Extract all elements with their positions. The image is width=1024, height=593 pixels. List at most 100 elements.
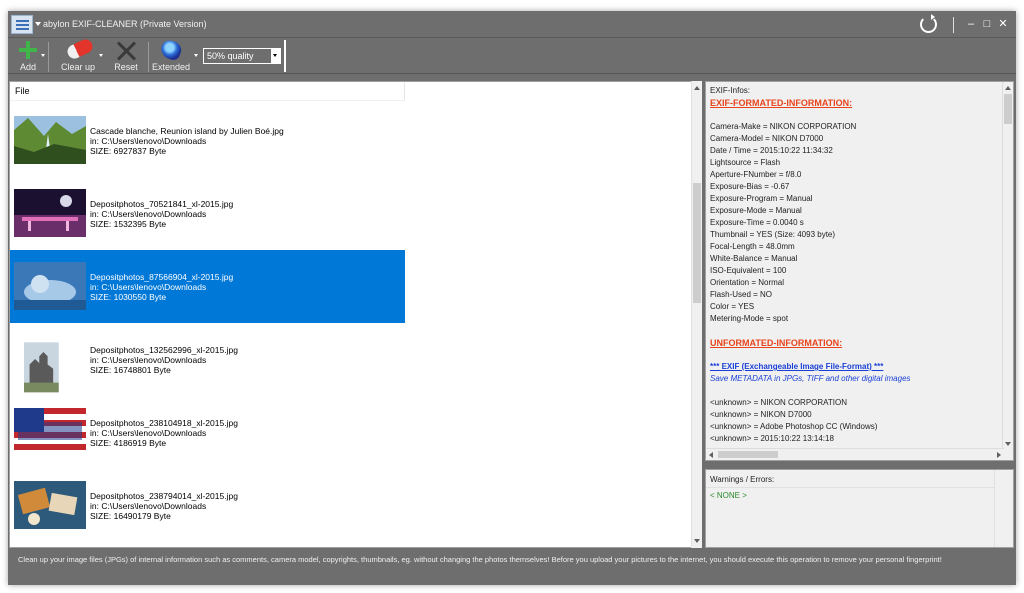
warnings-panel: Warnings / Errors: < NONE > — [705, 469, 1014, 548]
exif-unformatted-heading: UNFORMATED-INFORMATION: — [710, 338, 843, 348]
exif-unknown-line: <unknown> = Adobe Photoshop CC (Windows) — [710, 422, 878, 431]
file-path: in: C:\Users\lenovo\Downloads — [90, 501, 207, 511]
exif-line: Camera-Model = NIKON D7000 — [710, 134, 824, 143]
exif-horizontal-scrollbar[interactable] — [706, 448, 1004, 460]
warnings-column-line — [994, 470, 995, 547]
file-size: SIZE: 1030550 Byte — [90, 292, 167, 302]
exif-line: Aperture-FNumber = f/8.0 — [710, 170, 802, 179]
refresh-icon[interactable] — [920, 14, 937, 33]
exif-line: Exposure-Bias = -0.67 — [710, 182, 790, 191]
exif-line: Orientation = Normal — [710, 278, 785, 287]
file-row[interactable]: Cascade blanche, Reunion island by Julie… — [10, 104, 405, 177]
exif-formatted-heading: EXIF-FORMATED-INFORMATION: — [710, 98, 853, 108]
reset-x-icon — [116, 41, 136, 61]
file-name: Depositphotos_238104918_xl-2015.jpg — [90, 418, 238, 428]
file-list-panel: File Cascade blanche, Reunion island by … — [9, 81, 694, 548]
file-row[interactable]: Depositphotos_238794014_xl-2015.jpg in: … — [10, 469, 405, 542]
exif-line: Date / Time = 2015:10:22 11:34:32 — [710, 146, 833, 155]
scrollbar-thumb[interactable] — [718, 451, 778, 458]
exif-line: Focal-Length = 48.0mm — [710, 242, 795, 251]
clear-up-dropdown-icon[interactable] — [99, 54, 103, 57]
warnings-divider — [706, 487, 995, 488]
file-info: Cascade blanche, Reunion island by Julie… — [90, 126, 284, 156]
toolbar-end-separator — [284, 40, 286, 72]
exif-line: White-Balance = Manual — [710, 254, 798, 263]
file-row[interactable]: Depositphotos_238104918_xl-2015.jpg in: … — [10, 396, 405, 469]
file-row-selected[interactable]: Depositphotos_87566904_xl-2015.jpg in: C… — [10, 250, 405, 323]
file-info: Depositphotos_132562996_xl-2015.jpg in: … — [90, 345, 238, 375]
file-name: Depositphotos_238794014_xl-2015.jpg — [90, 491, 238, 501]
warnings-value: < NONE > — [710, 491, 747, 500]
file-size: SIZE: 1532395 Byte — [90, 219, 167, 229]
file-thumbnail — [14, 408, 86, 456]
exif-label: EXIF-Infos: — [710, 86, 751, 95]
exif-line: Camera-Make = NIKON CORPORATION — [710, 122, 857, 131]
status-text: Clean up your image files (JPGs) of inte… — [18, 555, 942, 564]
file-size: SIZE: 6927837 Byte — [90, 146, 167, 156]
reset-button[interactable]: Reset — [106, 38, 146, 74]
file-name: Depositphotos_87566904_xl-2015.jpg — [90, 272, 234, 282]
file-info: Depositphotos_70521841_xl-2015.jpg in: C… — [90, 199, 233, 229]
quality-select-value: 50% quality — [207, 51, 254, 61]
file-info: Depositphotos_87566904_xl-2015.jpg in: C… — [90, 272, 233, 302]
exif-line: Thumbnail = YES (Size: 4093 byte) — [710, 230, 836, 239]
eraser-icon — [65, 37, 95, 61]
clear-up-label: Clear up — [60, 62, 96, 72]
extended-label: Extended — [151, 62, 191, 72]
exif-unknown-line: <unknown> = NIKON CORPORATION — [710, 398, 848, 407]
file-path: in: C:\Users\lenovo\Downloads — [90, 428, 207, 438]
scroll-left-icon[interactable] — [709, 452, 713, 458]
exif-unknown-line: <unknown> = NIKON D7000 — [710, 410, 812, 419]
file-size: SIZE: 16748801 Byte — [90, 365, 171, 375]
menu-dropdown-icon[interactable] — [35, 22, 41, 26]
minimize-button[interactable]: – — [964, 17, 978, 31]
extended-button[interactable]: Extended — [150, 38, 192, 74]
add-button[interactable]: Add — [12, 38, 44, 74]
scrollbar-thumb[interactable] — [1004, 94, 1012, 124]
scroll-right-icon[interactable] — [997, 452, 1001, 458]
exif-line: Exposure-Program = Manual — [710, 194, 813, 203]
toolbar: Add Clear up Reset Extended 50% quality — [8, 37, 1016, 74]
chevron-down-icon[interactable] — [271, 49, 280, 63]
exif-line: Metering-Mode = spot — [710, 314, 789, 323]
file-thumbnail — [14, 262, 86, 310]
file-list-scrollbar[interactable] — [691, 81, 702, 548]
add-dropdown-icon[interactable] — [41, 54, 45, 57]
scroll-down-icon[interactable] — [694, 539, 700, 543]
close-button[interactable]: ✕ — [996, 17, 1010, 31]
file-row[interactable]: Depositphotos_70521841_xl-2015.jpg in: C… — [10, 177, 405, 250]
exif-text[interactable]: EXIF-Infos: EXIF-FORMATED-INFORMATION: C… — [710, 85, 1000, 445]
file-path: in: C:\Users\lenovo\Downloads — [90, 282, 207, 292]
scroll-up-icon[interactable] — [694, 86, 700, 90]
scroll-down-icon[interactable] — [1005, 442, 1011, 446]
extended-dropdown-icon[interactable] — [194, 54, 198, 57]
add-label: Add — [19, 62, 36, 72]
extended-icon — [158, 38, 184, 62]
main-menu-button[interactable] — [11, 15, 33, 34]
file-name: Cascade blanche, Reunion island by Julie… — [90, 126, 284, 136]
file-thumbnail — [14, 481, 86, 529]
file-info: Depositphotos_238794014_xl-2015.jpg in: … — [90, 491, 238, 521]
title-bar: abylon EXIF-CLEANER (Private Version) – … — [8, 11, 1016, 38]
clear-up-button[interactable]: Clear up — [54, 37, 102, 74]
scroll-up-icon[interactable] — [1005, 86, 1011, 90]
exif-line: Exposure-Mode = Manual — [710, 206, 802, 215]
exif-format-description: Save METADATA in JPGs, TIFF and other di… — [710, 374, 911, 383]
maximize-button[interactable]: □ — [980, 17, 994, 31]
scrollbar-thumb[interactable] — [693, 183, 701, 303]
file-thumbnail — [14, 189, 86, 237]
file-info: Depositphotos_238104918_xl-2015.jpg in: … — [90, 418, 238, 448]
file-row[interactable]: Depositphotos_132562996_xl-2015.jpg in: … — [10, 323, 405, 396]
exif-unknown-line: <unknown> = 2015:10:22 13:14:18 — [710, 434, 834, 443]
file-column-header[interactable]: File — [10, 82, 405, 101]
quality-select[interactable]: 50% quality — [203, 48, 281, 64]
titlebar-separator — [953, 17, 954, 33]
file-size: SIZE: 16490179 Byte — [90, 511, 171, 521]
plus-icon — [19, 41, 37, 59]
exif-vertical-scrollbar[interactable] — [1002, 82, 1013, 450]
file-path: in: C:\Users\lenovo\Downloads — [90, 355, 207, 365]
file-name: Depositphotos_70521841_xl-2015.jpg — [90, 199, 234, 209]
app-window: abylon EXIF-CLEANER (Private Version) – … — [8, 11, 1016, 585]
exif-line: Flash-Used = NO — [710, 290, 773, 299]
exif-format-link[interactable]: *** EXIF (Exchangeable Image File-Format… — [710, 361, 1000, 373]
